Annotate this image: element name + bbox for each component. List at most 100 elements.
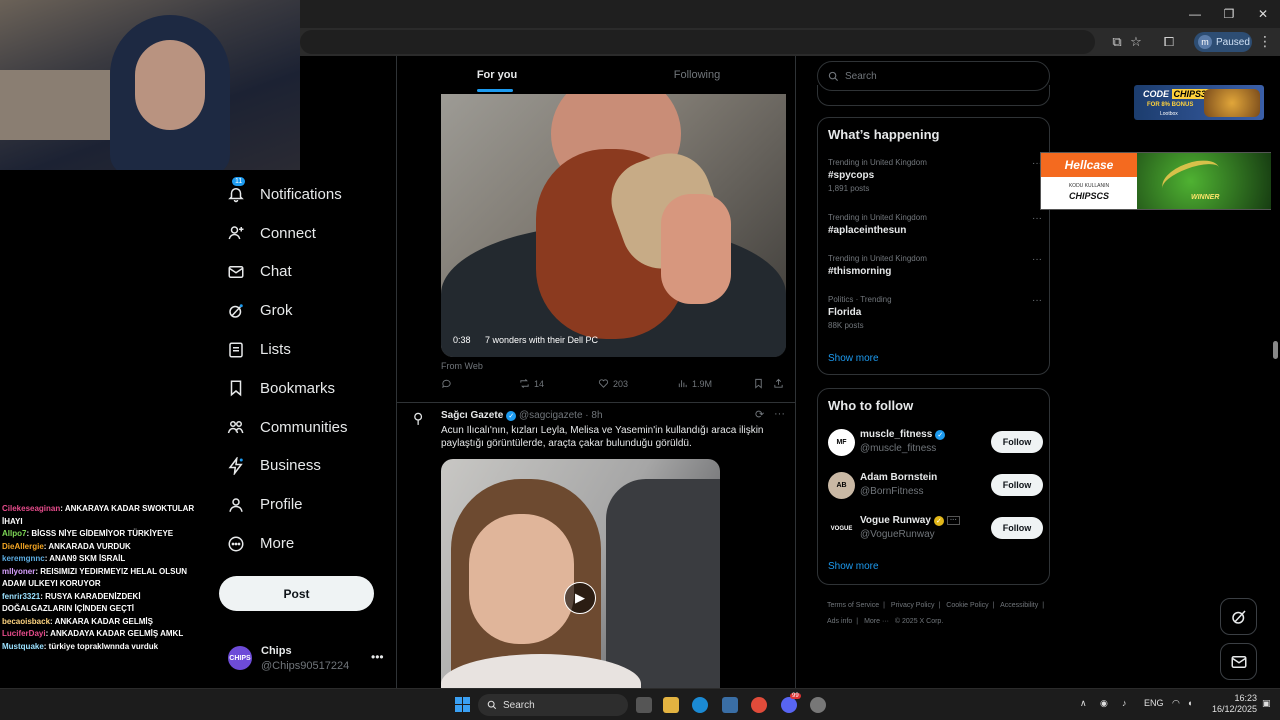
tray-chevron-icon[interactable]: ∧: [1080, 698, 1087, 709]
trend-item[interactable]: Trending in United Kingdom #spycops 1,89…: [828, 158, 1042, 193]
tweet-author-name[interactable]: Sağcı Gazete ✓: [441, 410, 517, 421]
video-frame-face: [469, 514, 574, 644]
nav-notifications[interactable]: 11 Notifications: [220, 175, 390, 214]
avatar[interactable]: ⚲: [413, 410, 431, 436]
browser-menu-icon[interactable]: ⋮: [1258, 33, 1272, 50]
trend-more-icon[interactable]: ···: [1032, 295, 1042, 306]
messages-fab-button[interactable]: [1220, 643, 1257, 680]
nav-chat[interactable]: Chat: [220, 253, 390, 292]
nav-bookmarks[interactable]: Bookmarks: [220, 369, 390, 408]
task-view-icon[interactable]: [636, 697, 652, 713]
who-to-follow-panel: Who to follow MF muscle_fitness ✓ @muscle…: [817, 388, 1050, 585]
share-button[interactable]: [773, 378, 784, 389]
chat-line: fenrir3321: RUSYA KARADENİZDEKİ DOĞALGAZ…: [2, 591, 141, 614]
microphone-icon[interactable]: ♪: [1122, 698, 1127, 708]
show-more-trends-link[interactable]: Show more: [828, 353, 879, 364]
wifi-icon[interactable]: ◠: [1172, 698, 1180, 709]
footer-more-link[interactable]: More ···: [864, 618, 889, 625]
follow-suggestion[interactable]: VOGUE Vogue Runway ✓ ··· @VogueRunway Foll…: [828, 511, 1043, 547]
nav-business[interactable]: Business: [220, 447, 390, 486]
follow-button[interactable]: Follow: [991, 474, 1043, 496]
show-more-follow-link[interactable]: Show more: [828, 561, 879, 572]
follow-button[interactable]: Follow: [991, 431, 1043, 453]
account-switcher[interactable]: CHIPS Chips @Chips90517224 •••: [228, 644, 388, 674]
taskbar-search[interactable]: Search: [478, 694, 628, 716]
trend-more-icon[interactable]: ···: [1032, 213, 1042, 224]
nav-more[interactable]: More: [220, 524, 390, 563]
treasure-chest-icon: [1204, 89, 1260, 117]
follow-suggestion[interactable]: AB Adam Bornstein @BornFitness Follow: [828, 468, 1043, 504]
envelope-icon: [226, 262, 246, 282]
tab-for-you[interactable]: For you: [397, 56, 597, 94]
taskbar-clock[interactable]: 16:23 16/12/2025: [1205, 693, 1257, 715]
panel-title: Who to follow: [828, 398, 914, 413]
nav-profile[interactable]: Profile: [220, 485, 390, 524]
store-icon[interactable]: [722, 697, 738, 713]
profile-avatar: m: [1198, 35, 1212, 49]
discord-tray-icon[interactable]: ◉: [1100, 698, 1108, 709]
nav-grok[interactable]: Grok: [220, 291, 390, 330]
avatar: VOGUE: [828, 515, 855, 542]
like-button[interactable]: 203: [598, 378, 628, 389]
grok-icon: [226, 301, 246, 321]
volume-icon[interactable]: ◖: [1187, 698, 1192, 708]
accessibility-link[interactable]: Accessibility: [1000, 602, 1038, 609]
profile-paused-button[interactable]: m Paused: [1194, 32, 1252, 52]
trend-item[interactable]: Trending in United Kingdom #thismorning …: [828, 254, 1042, 277]
notification-bell-icon[interactable]: ▣: [1262, 698, 1271, 709]
post-button[interactable]: Post: [219, 576, 374, 611]
bookmark-star-icon[interactable]: ☆: [1127, 33, 1145, 51]
chrome-icon[interactable]: [751, 697, 767, 713]
language-indicator[interactable]: ENG: [1144, 698, 1164, 708]
nav-connect[interactable]: Connect: [220, 214, 390, 253]
privacy-link[interactable]: Privacy Policy: [891, 602, 935, 609]
nav-lists[interactable]: Lists: [220, 330, 390, 369]
trend-item[interactable]: Politics · Trending Florida 88K posts ··…: [828, 295, 1042, 330]
search-input[interactable]: [845, 70, 1025, 82]
tab-following[interactable]: Following: [597, 56, 795, 94]
trend-item[interactable]: Trending in United Kingdom #aplaceinthes…: [828, 213, 1042, 236]
address-bar[interactable]: [300, 30, 1095, 54]
webcam-overlay: [0, 0, 300, 170]
tweet-author-handle[interactable]: @sagcigazete · 8h: [519, 410, 603, 421]
hellcase-ad: Hellcase KODU KULLANIN CHIPSCS WINNER: [1040, 152, 1271, 210]
follow-button[interactable]: Follow: [991, 517, 1043, 539]
webcam-person-face: [135, 40, 205, 130]
bookmark-tweet-button[interactable]: [753, 378, 764, 389]
terms-link[interactable]: Terms of Service: [827, 602, 879, 609]
discord-icon[interactable]: [781, 697, 797, 713]
app-icon[interactable]: [810, 697, 826, 713]
nav-communities[interactable]: Communities: [220, 408, 390, 447]
chat-line: LuciferDayi: ANKADAYA KADAR GELMİŞ AMKL: [2, 629, 184, 638]
affiliate-badge-icon: ···: [946, 516, 960, 525]
account-more-icon[interactable]: •••: [371, 650, 384, 664]
reply-button[interactable]: [441, 378, 452, 389]
follow-suggestion[interactable]: MF muscle_fitness ✓ @muscle_fitness Follo…: [828, 425, 1043, 461]
bell-icon: 11: [226, 177, 246, 204]
grok-icon[interactable]: ⟳: [755, 408, 764, 421]
cookie-link[interactable]: Cookie Policy: [946, 602, 988, 609]
tweet-more-icon[interactable]: ···: [774, 408, 785, 420]
close-window-button[interactable]: ✕: [1246, 0, 1280, 28]
grok-icon: [1231, 609, 1246, 624]
edge-icon[interactable]: [692, 697, 708, 713]
install-app-icon[interactable]: ⧉: [1108, 33, 1126, 51]
minimize-button[interactable]: —: [1178, 0, 1212, 28]
tweet-video[interactable]: 0:38 7 wonders with their Dell PC: [441, 94, 786, 357]
file-explorer-icon[interactable]: [663, 697, 679, 713]
page-scrollbar[interactable]: [1271, 56, 1280, 688]
views-button[interactable]: 1.9M: [677, 378, 712, 389]
scrollbar-thumb[interactable]: [1273, 341, 1278, 359]
trend-more-icon[interactable]: ···: [1032, 254, 1042, 265]
extensions-icon[interactable]: ⧠: [1160, 33, 1178, 51]
ads-info-link[interactable]: Ads info: [827, 618, 852, 625]
chat-line: becaoisback: ANKARA KADAR GELMİŞ: [2, 616, 153, 626]
play-icon[interactable]: ▶: [564, 582, 596, 614]
windows-start-icon[interactable]: [455, 697, 470, 712]
grok-fab-button[interactable]: [1220, 598, 1257, 635]
timeline-tabs: For you Following: [397, 56, 795, 94]
people-icon: [226, 417, 246, 437]
retweet-button[interactable]: 14: [519, 378, 544, 389]
tweet-video[interactable]: ▶: [441, 459, 720, 688]
maximize-button[interactable]: ❐: [1212, 0, 1246, 28]
